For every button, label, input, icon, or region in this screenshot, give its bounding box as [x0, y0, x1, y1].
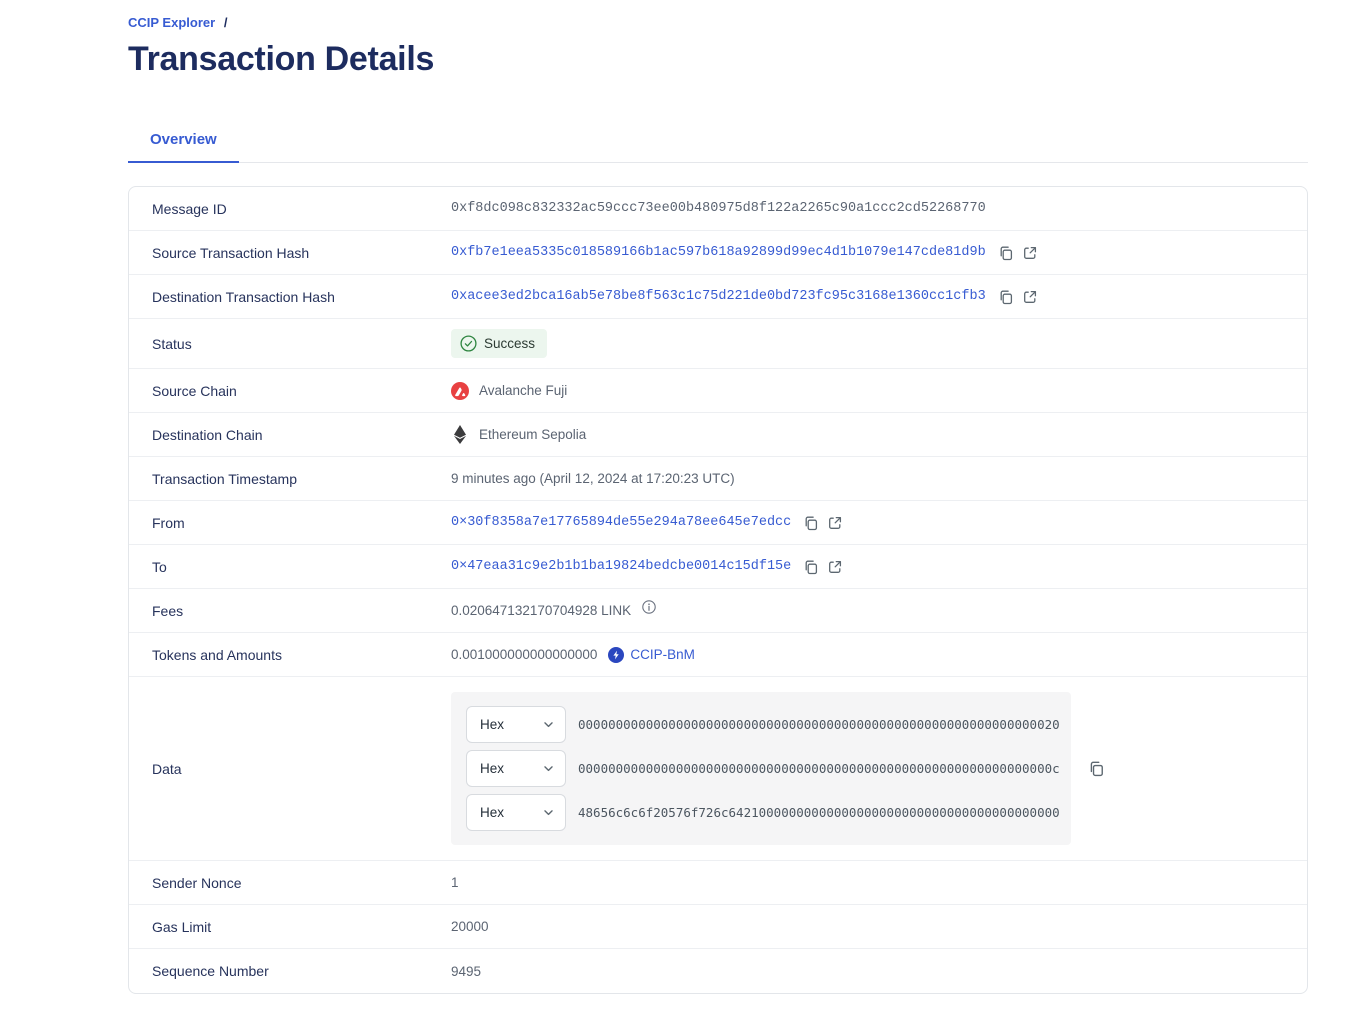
breadcrumb-link-ccip-explorer[interactable]: CCIP Explorer — [128, 15, 215, 30]
chevron-down-icon — [542, 762, 555, 775]
row-label: Source Transaction Hash — [129, 245, 451, 261]
transaction-details-table: Message ID 0xf8dc098c832332ac59ccc73ee00… — [128, 186, 1308, 994]
data-line: Hex 48656c6c6f20576f726c6421000000000000… — [466, 794, 1061, 831]
token-link[interactable]: CCIP-BnM — [630, 647, 695, 662]
page-title: Transaction Details — [128, 40, 1308, 79]
info-icon[interactable] — [642, 600, 656, 614]
external-link-icon[interactable] — [827, 559, 843, 575]
row-label: Sender Nonce — [129, 875, 451, 891]
row-label: Transaction Timestamp — [129, 471, 451, 487]
from-address-link[interactable]: 0×30f8358a7e17765894de55e294a78ee645e7ed… — [451, 515, 791, 530]
tab-bar: Overview — [128, 121, 1308, 163]
timestamp-value: 9 minutes ago (April 12, 2024 at 17:20:2… — [451, 471, 735, 486]
check-circle-icon — [460, 335, 477, 352]
row-label: Source Chain — [129, 383, 451, 399]
row-label: Fees — [129, 603, 451, 619]
gas-limit-value: 20000 — [451, 919, 489, 934]
data-hex-line: 48656c6c6f20576f726c64210000000000000000… — [578, 805, 1060, 820]
external-link-icon[interactable] — [1022, 245, 1038, 261]
row-gas-limit: Gas Limit 20000 — [129, 905, 1307, 949]
avalanche-logo-icon — [451, 382, 469, 400]
hex-format-select[interactable]: Hex — [466, 794, 566, 831]
data-line: Hex 000000000000000000000000000000000000… — [466, 706, 1061, 743]
row-label: Tokens and Amounts — [129, 647, 451, 663]
row-from: From 0×30f8358a7e17765894de55e294a78ee64… — [129, 501, 1307, 545]
row-source-transaction-hash: Source Transaction Hash 0xfb7e1eea5335c0… — [129, 231, 1307, 275]
row-sequence-number: Sequence Number 9495 — [129, 949, 1307, 993]
row-message-id: Message ID 0xf8dc098c832332ac59ccc73ee00… — [129, 187, 1307, 231]
row-label: To — [129, 559, 451, 575]
row-destination-transaction-hash: Destination Transaction Hash 0xacee3ed2b… — [129, 275, 1307, 319]
source-transaction-hash-link[interactable]: 0xfb7e1eea5335c018589166b1ac597b618a9289… — [451, 245, 986, 260]
hex-format-select[interactable]: Hex — [466, 706, 566, 743]
copy-icon[interactable] — [1088, 760, 1105, 777]
destination-transaction-hash-link[interactable]: 0xacee3ed2bca16ab5e78be8f563c1c75d221de0… — [451, 289, 986, 304]
row-label: Destination Transaction Hash — [129, 289, 451, 305]
hex-select-value: Hex — [480, 761, 504, 776]
copy-icon[interactable] — [998, 289, 1014, 305]
row-label: Destination Chain — [129, 427, 451, 443]
row-label: Message ID — [129, 201, 451, 217]
status-badge: Success — [451, 329, 547, 358]
row-label: Gas Limit — [129, 919, 451, 935]
row-label: Sequence Number — [129, 963, 451, 979]
destination-chain-name: Ethereum Sepolia — [479, 427, 586, 442]
external-link-icon[interactable] — [827, 515, 843, 531]
to-address-link[interactable]: 0×47eaa31c9e2b1b1ba19824bedcbe0014c15df1… — [451, 559, 791, 574]
ccip-bnm-token-icon — [608, 647, 624, 663]
row-status: Status Success — [129, 319, 1307, 369]
breadcrumb: CCIP Explorer / — [128, 0, 1308, 30]
chevron-down-icon — [542, 806, 555, 819]
sequence-number-value: 9495 — [451, 964, 481, 979]
message-id-value: 0xf8dc098c832332ac59ccc73ee00b480975d8f1… — [451, 201, 986, 216]
token-amount: 0.001000000000000000 — [451, 647, 597, 662]
status-text: Success — [484, 336, 535, 351]
copy-icon[interactable] — [803, 559, 819, 575]
source-chain-name: Avalanche Fuji — [479, 383, 567, 398]
data-hex-line: 0000000000000000000000000000000000000000… — [578, 761, 1060, 776]
row-sender-nonce: Sender Nonce 1 — [129, 861, 1307, 905]
row-to: To 0×47eaa31c9e2b1b1ba19824bedcbe0014c15… — [129, 545, 1307, 589]
copy-icon[interactable] — [803, 515, 819, 531]
hex-format-select[interactable]: Hex — [466, 750, 566, 787]
row-transaction-timestamp: Transaction Timestamp 9 minutes ago (Apr… — [129, 457, 1307, 501]
chevron-down-icon — [542, 718, 555, 731]
data-hex-line: 0000000000000000000000000000000000000000… — [578, 717, 1060, 732]
data-line: Hex 000000000000000000000000000000000000… — [466, 750, 1061, 787]
copy-icon[interactable] — [998, 245, 1014, 261]
row-label: Status — [129, 336, 451, 352]
row-source-chain: Source Chain Avalanche Fuji — [129, 369, 1307, 413]
row-tokens-and-amounts: Tokens and Amounts 0.001000000000000000 … — [129, 633, 1307, 677]
tab-overview[interactable]: Overview — [128, 121, 239, 163]
external-link-icon[interactable] — [1022, 289, 1038, 305]
data-hex-box: Hex 000000000000000000000000000000000000… — [451, 692, 1071, 845]
breadcrumb-separator: / — [224, 15, 228, 30]
sender-nonce-value: 1 — [451, 875, 459, 890]
row-data: Data Hex 0000000000000000000000000000000… — [129, 677, 1307, 861]
hex-select-value: Hex — [480, 805, 504, 820]
hex-select-value: Hex — [480, 717, 504, 732]
transaction-details-page: CCIP Explorer / Transaction Details Over… — [128, 0, 1308, 994]
row-label: From — [129, 515, 451, 531]
row-label: Data — [129, 761, 451, 777]
ethereum-logo-icon — [451, 425, 469, 444]
row-fees: Fees 0.020647132170704928 LINK — [129, 589, 1307, 633]
fees-value: 0.020647132170704928 LINK — [451, 603, 631, 618]
row-destination-chain: Destination Chain Ethereum Sepolia — [129, 413, 1307, 457]
